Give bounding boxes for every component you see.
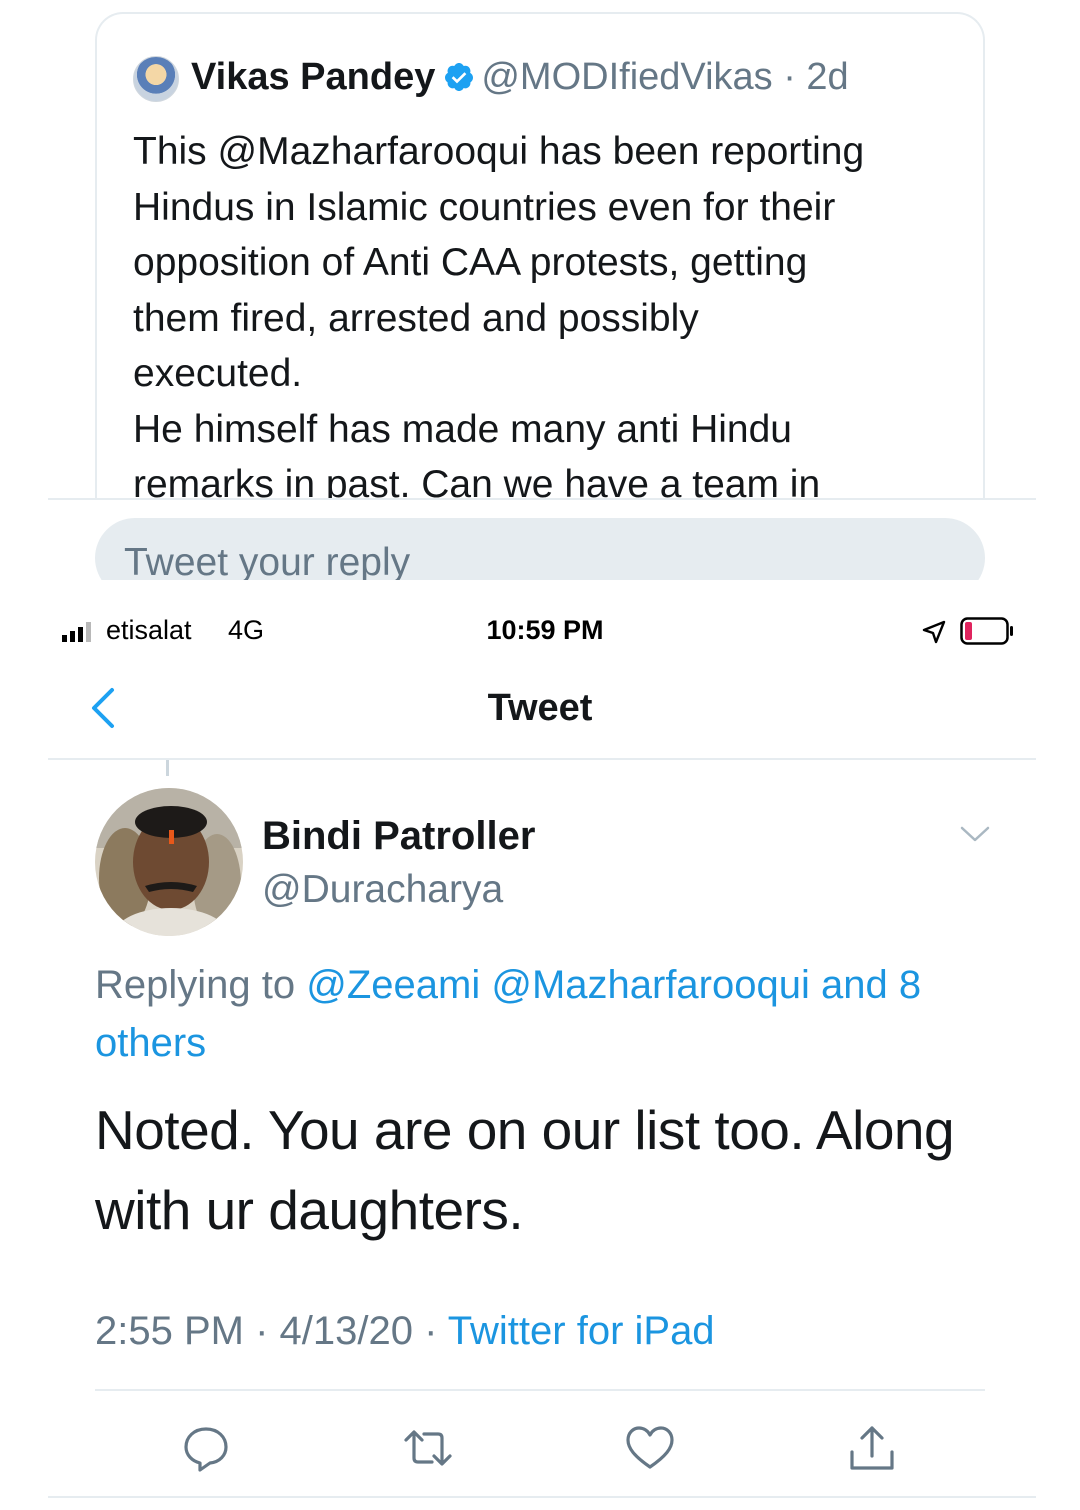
share-icon[interactable]: [846, 1424, 898, 1472]
meta-divider: [95, 1389, 985, 1391]
chevron-down-icon[interactable]: [958, 822, 992, 846]
quoted-tweet-card[interactable]: Vikas Pandey @MODIfiedVikas · 2d This @Ma…: [95, 12, 985, 498]
thread-connector: [166, 760, 169, 776]
replying-prefix: Replying to: [95, 963, 307, 1007]
tweet-source-link[interactable]: Twitter for iPad: [448, 1309, 715, 1353]
quoted-author-name[interactable]: Vikas Pandey: [191, 56, 435, 98]
verified-badge-icon: [445, 63, 474, 92]
comment-icon[interactable]: [180, 1424, 232, 1472]
heart-icon[interactable]: [624, 1424, 676, 1472]
status-time: 10:59 PM: [486, 615, 604, 645]
location-arrow-icon: [922, 620, 946, 644]
battery-icon: [960, 617, 1013, 645]
divider: [48, 498, 1036, 500]
page-title: Tweet: [487, 687, 593, 729]
replying-to: Replying to @Zeeami @Mazharfarooqui and …: [95, 956, 995, 1072]
screenshot-seam: [0, 580, 1080, 600]
quoted-tweet-header: Vikas Pandey @MODIfiedVikas · 2d: [191, 52, 849, 102]
tweet-timestamp: 2:55 PM · 4/13/20 ·: [95, 1309, 448, 1353]
bottom-divider: [48, 1496, 1036, 1498]
nav-divider: [48, 758, 1036, 760]
retweet-icon[interactable]: [402, 1424, 454, 1472]
tweet-text: Noted. You are on our list too. Along wi…: [95, 1099, 955, 1241]
author-avatar[interactable]: [95, 788, 243, 936]
author-handle[interactable]: @Duracharya: [262, 866, 503, 914]
quoted-handle-time: @MODIfiedVikas · 2d: [481, 56, 849, 98]
quoted-author-avatar[interactable]: [133, 56, 179, 102]
tweet-meta: 2:55 PM · 4/13/20 · Twitter for iPad: [95, 1306, 715, 1356]
quoted-tweet-text: This @Mazharfarooqui has been reporting …: [133, 130, 865, 498]
author-name[interactable]: Bindi Patroller: [262, 812, 535, 860]
